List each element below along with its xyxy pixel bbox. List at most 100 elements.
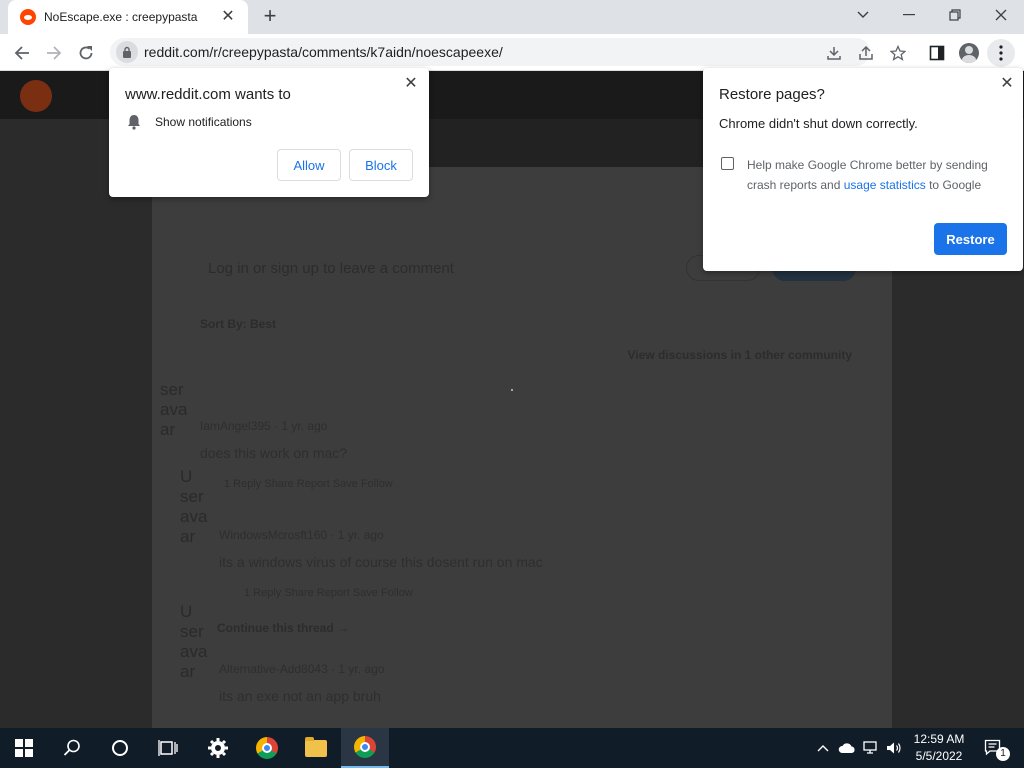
usage-statistics-link[interactable]: usage statistics — [844, 178, 926, 192]
clock-date: 5/5/2022 — [915, 749, 963, 763]
checkbox-label: Help make Google Chrome better by sendin… — [747, 155, 1007, 195]
comment-actions[interactable]: 1 Reply Share Report Save Follow — [244, 587, 413, 599]
restore-button[interactable]: Restore — [934, 223, 1007, 255]
start-button[interactable] — [0, 728, 48, 768]
chrome-icon — [256, 737, 278, 759]
volume-button[interactable] — [884, 728, 904, 768]
restore-pages-dialog: Restore pages? ✕ Chrome didn't shut down… — [703, 68, 1023, 271]
network-button[interactable] — [860, 728, 882, 768]
share-icon — [859, 45, 873, 60]
side-panel-icon — [929, 45, 945, 61]
forward-arrow-icon — [47, 46, 62, 60]
clock-time: 12:59 AM — [913, 732, 965, 746]
window-controls — [840, 0, 1024, 30]
profile-button[interactable] — [955, 39, 983, 67]
dialog-message: Chrome didn't shut down correctly. — [719, 116, 918, 131]
avatar-placeholder: U ser ava ar — [180, 602, 208, 681]
minimize-button[interactable] — [886, 0, 932, 30]
chrome-menu-button[interactable] — [987, 39, 1015, 67]
minimize-icon — [903, 14, 915, 16]
star-icon — [890, 45, 906, 61]
settings-taskbar-button[interactable] — [194, 728, 242, 768]
reload-icon — [79, 46, 93, 60]
checkbox-label-tail: to Google — [925, 178, 982, 192]
dialog-title: www.reddit.com wants to — [125, 86, 291, 103]
task-view-button[interactable] — [144, 728, 192, 768]
close-icon — [995, 9, 1007, 21]
download-icon — [827, 47, 841, 60]
dialog-close-button[interactable]: ✕ — [401, 74, 421, 94]
gear-icon — [208, 738, 228, 758]
reddit-favicon-icon — [20, 9, 36, 25]
chevron-down-icon — [857, 11, 869, 18]
forward-button[interactable] — [40, 39, 68, 67]
restore-window-icon — [949, 9, 961, 21]
cloud-icon — [838, 743, 855, 753]
install-app-button[interactable] — [820, 39, 848, 67]
search-button[interactable] — [48, 728, 96, 768]
permission-row: Show notifications — [127, 114, 252, 130]
notification-permission-dialog: www.reddit.com wants to ✕ Show notificat… — [109, 68, 429, 197]
comment-prompt: Log in or sign up to leave a comment — [208, 260, 454, 277]
comment-author[interactable]: WindowsMcrosft160 · 1 yr. ago — [219, 528, 384, 542]
lock-icon[interactable] — [116, 41, 138, 63]
comment-text: its an exe not an app bruh — [219, 688, 381, 704]
more-vertical-icon — [999, 45, 1003, 61]
reddit-logo-icon[interactable] — [20, 80, 52, 112]
taskbar-clock[interactable]: 12:59 AM 5/5/2022 — [902, 731, 976, 765]
bell-icon — [128, 115, 140, 130]
windows-logo-icon — [15, 739, 33, 757]
cortana-circle-icon — [112, 740, 128, 756]
tab-search-button[interactable] — [840, 0, 886, 30]
speaker-icon — [887, 742, 901, 754]
restore-window-button[interactable] — [932, 0, 978, 30]
tab-close-button[interactable]: ✕ — [218, 7, 238, 27]
comment-author[interactable]: Alternative-Add8043 · 1 yr. ago — [219, 662, 384, 676]
dialog-close-button[interactable]: ✕ — [997, 74, 1017, 94]
browser-toolbar: reddit.com/r/creepypasta/comments/k7aidn… — [0, 34, 1024, 71]
dialog-title: Restore pages? — [719, 86, 825, 103]
network-icon — [863, 741, 877, 754]
share-button[interactable] — [852, 39, 880, 67]
chrome-icon — [354, 736, 376, 758]
sort-dropdown[interactable]: Sort By: Best — [200, 317, 276, 331]
avatar-icon — [959, 43, 979, 63]
url-text: reddit.com/r/creepypasta/comments/k7aidn… — [144, 44, 503, 60]
chevron-up-icon — [817, 745, 829, 752]
mouse-cursor — [511, 389, 513, 391]
back-arrow-icon — [14, 46, 29, 60]
side-panel-button[interactable] — [923, 39, 951, 67]
browser-tab[interactable]: NoEscape.exe : creepypasta ✕ — [8, 0, 248, 34]
crash-reports-checkbox[interactable] — [721, 157, 734, 170]
folder-icon — [305, 736, 327, 757]
address-bar[interactable]: reddit.com/r/creepypasta/comments/k7aidn… — [110, 38, 870, 66]
comment-author[interactable]: IamAngel395 · 1 yr. ago — [200, 419, 327, 433]
tab-strip: NoEscape.exe : creepypasta ✕ + — [0, 0, 1024, 34]
show-hidden-icons-button[interactable] — [814, 728, 832, 768]
chrome-active-window-button[interactable] — [341, 728, 389, 768]
cortana-button[interactable] — [96, 728, 144, 768]
allow-button[interactable]: Allow — [277, 149, 341, 181]
task-view-icon — [158, 740, 178, 756]
tab-title: NoEscape.exe : creepypasta — [44, 10, 198, 24]
block-button[interactable]: Block — [349, 149, 413, 181]
comment-text: its a windows virus of course this dosen… — [219, 554, 543, 570]
other-discussions-link[interactable]: View discussions in 1 other community — [627, 348, 852, 362]
onedrive-button[interactable] — [836, 728, 858, 768]
file-explorer-button[interactable] — [292, 728, 340, 768]
avatar-placeholder: ser ava ar — [160, 380, 188, 439]
new-tab-button[interactable]: + — [258, 5, 282, 29]
permission-label: Show notifications — [155, 115, 252, 129]
windows-taskbar: 12:59 AM 5/5/2022 1 — [0, 728, 1024, 768]
back-button[interactable] — [8, 39, 36, 67]
action-center-button[interactable]: 1 — [980, 728, 1010, 768]
comment-text: does this work on mac? — [200, 445, 348, 461]
avatar-placeholder: U ser ava ar — [180, 467, 208, 546]
continue-thread-link[interactable]: Continue this thread → — [217, 621, 349, 635]
notification-count-badge: 1 — [996, 747, 1010, 761]
chrome-taskbar-button[interactable] — [243, 728, 291, 768]
reload-button[interactable] — [72, 39, 100, 67]
close-window-button[interactable] — [978, 0, 1024, 30]
comment-actions[interactable]: 1 Reply Share Report Save Follow — [224, 478, 393, 490]
bookmark-button[interactable] — [884, 39, 912, 67]
